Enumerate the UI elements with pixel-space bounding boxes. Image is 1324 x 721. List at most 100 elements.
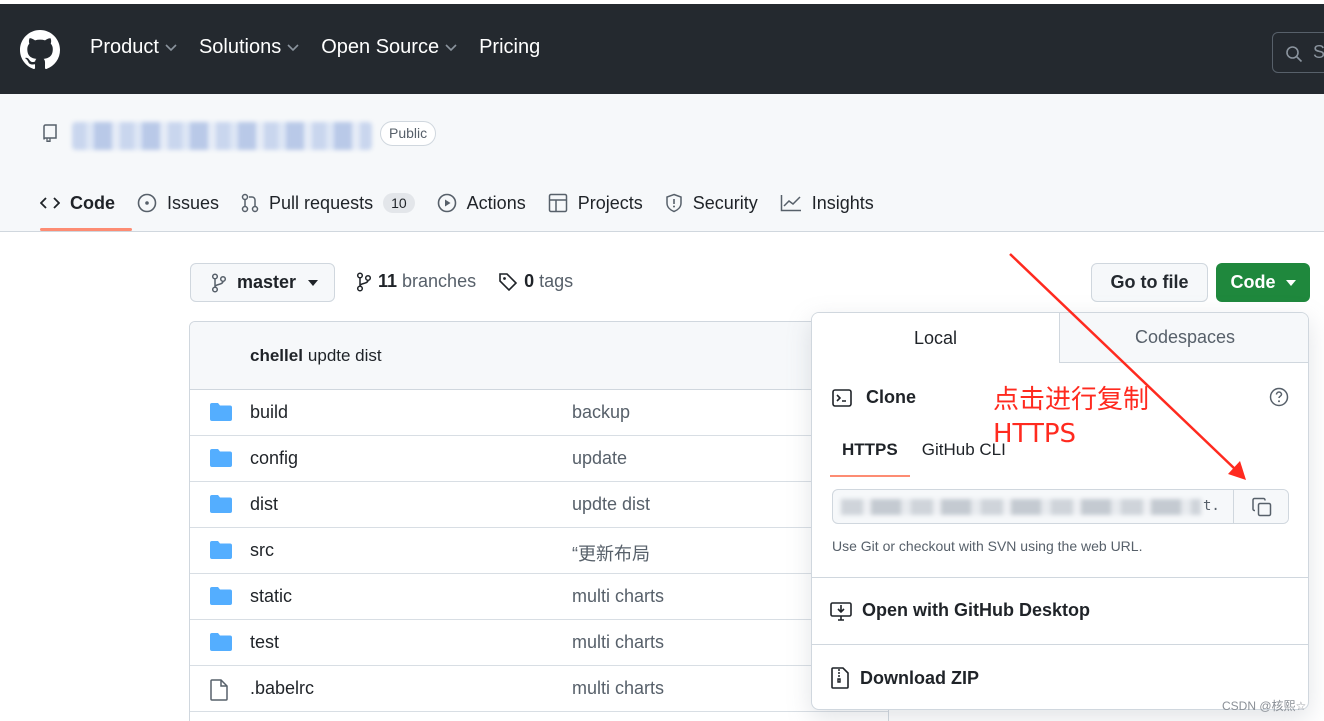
file-commit-message[interactable]: multi charts <box>572 678 664 699</box>
tab-insights-label: Insights <box>811 192 874 213</box>
tab-security[interactable]: Security <box>665 186 758 220</box>
tags-link[interactable]: tags <box>539 271 573 292</box>
file-commit-message[interactable]: multi charts <box>572 586 664 607</box>
go-to-file-button[interactable]: Go to file <box>1091 263 1208 302</box>
desktop-download-icon <box>830 601 852 621</box>
file-commit-message[interactable]: updte dist <box>572 494 650 515</box>
tab-projects-label: Projects <box>577 192 643 213</box>
table-row[interactable]: .babelrc multi charts <box>190 666 888 712</box>
clone-heading: Clone <box>832 387 916 408</box>
chevron-down-icon <box>445 43 457 51</box>
visibility-badge: Public <box>380 121 437 146</box>
folder-icon <box>210 449 232 467</box>
caret-down-icon <box>308 279 319 286</box>
tab-local[interactable]: Local <box>812 313 1060 363</box>
branches-tags-summary: 11 branches 0 tags <box>356 271 573 292</box>
file-zip-icon <box>831 667 849 689</box>
search-input[interactable]: S <box>1272 32 1324 73</box>
tab-security-label: Security <box>692 192 758 213</box>
tab-pull-requests-label: Pull requests <box>269 192 374 213</box>
open-desktop-button[interactable]: Open with GitHub Desktop <box>830 600 1090 621</box>
code-icon <box>40 197 60 209</box>
caret-down-icon <box>1285 279 1296 286</box>
tab-projects[interactable]: Projects <box>548 186 643 220</box>
nav-pricing[interactable]: Pricing <box>479 36 540 59</box>
table-row[interactable]: src “更新布局 <box>190 528 888 574</box>
table-row[interactable]: static multi charts <box>190 574 888 620</box>
tags-count[interactable]: 0 <box>524 271 534 292</box>
search-icon <box>1286 46 1303 63</box>
search-placeholder: S <box>1313 42 1324 62</box>
file-commit-message[interactable]: update <box>572 448 627 469</box>
terminal-icon <box>832 388 852 407</box>
commit-message[interactable]: updte dist <box>308 346 382 366</box>
active-tab-indicator <box>40 228 132 231</box>
table-row[interactable]: config update <box>190 436 888 482</box>
table-row[interactable]: test multi charts <box>190 620 888 666</box>
global-header: Product Solutions Open Source Pricing S <box>0 4 1324 94</box>
shield-icon <box>665 193 682 213</box>
branches-link[interactable]: branches <box>402 271 476 292</box>
code-dropdown-button[interactable]: Code <box>1216 263 1310 302</box>
file-name[interactable]: .babelrc <box>250 678 314 699</box>
copy-url-button[interactable] <box>1233 490 1288 523</box>
nav-open-source[interactable]: Open Source <box>321 36 457 59</box>
tab-codespaces[interactable]: Codespaces <box>1060 313 1308 363</box>
copy-icon <box>1252 497 1272 516</box>
popover-tabs: Local Codespaces <box>812 313 1308 363</box>
graph-icon <box>780 195 801 212</box>
file-commit-message[interactable]: multi charts <box>572 632 664 653</box>
repo-name-redacted[interactable] <box>72 122 372 150</box>
file-commit-message[interactable]: “更新布局 <box>572 540 650 566</box>
tag-icon <box>499 272 518 291</box>
pull-requests-count: 10 <box>383 193 415 213</box>
file-name[interactable]: config <box>250 448 298 469</box>
global-nav: Product Solutions Open Source Pricing <box>90 36 562 59</box>
nav-product[interactable]: Product <box>90 36 177 59</box>
nav-pricing-label: Pricing <box>479 36 541 58</box>
tab-pull-requests[interactable]: Pull requests 10 <box>241 186 415 220</box>
branches-count[interactable]: 11 <box>378 271 397 292</box>
branch-select-button[interactable]: master <box>190 263 335 302</box>
clone-url-field[interactable]: t. <box>832 489 1289 524</box>
code-button-label: Code <box>1230 272 1276 292</box>
github-logo-icon[interactable] <box>20 30 60 70</box>
folder-icon <box>210 403 232 421</box>
chevron-down-icon <box>287 43 299 51</box>
download-zip-label: Download ZIP <box>860 667 979 688</box>
tab-https[interactable]: HTTPS <box>830 439 910 477</box>
file-name[interactable]: dist <box>250 494 278 515</box>
tab-issues[interactable]: Issues <box>137 186 219 220</box>
file-name[interactable]: test <box>250 632 279 653</box>
file-name[interactable]: build <box>250 402 288 423</box>
file-table: chellel updte dist build backup config u… <box>189 321 889 721</box>
nav-open-source-label: Open Source <box>321 36 440 58</box>
clone-url-redacted <box>841 499 1201 515</box>
tab-code-label: Code <box>70 192 115 213</box>
protocol-tabs: HTTPS GitHub CLI <box>830 439 1018 477</box>
tab-actions[interactable]: Actions <box>437 186 526 220</box>
git-branch-icon <box>211 272 227 293</box>
clone-url-tail: t. <box>1203 498 1220 514</box>
tab-code[interactable]: Code <box>40 186 115 220</box>
tab-actions-label: Actions <box>466 192 526 213</box>
nav-solutions[interactable]: Solutions <box>199 36 299 59</box>
clone-url-hint: Use Git or checkout with SVN using the w… <box>832 538 1143 554</box>
clone-popover: Local Codespaces Clone HTTPS GitHub CLI … <box>811 312 1309 710</box>
table-row[interactable]: build backup <box>190 390 888 436</box>
issue-icon <box>137 193 157 213</box>
repo-icon <box>43 124 57 142</box>
file-name[interactable]: src <box>250 540 274 561</box>
tab-insights[interactable]: Insights <box>780 186 874 220</box>
folder-icon <box>210 495 232 513</box>
commit-author[interactable]: chellel <box>250 346 303 366</box>
question-icon[interactable] <box>1269 387 1289 407</box>
folder-icon <box>210 633 232 651</box>
download-zip-button[interactable]: Download ZIP <box>830 667 979 689</box>
file-commit-message[interactable]: backup <box>572 402 630 423</box>
table-row[interactable]: dist updte dist <box>190 482 888 528</box>
annotation-line-1: 点击进行复制 <box>993 385 1150 415</box>
file-name[interactable]: static <box>250 586 292 607</box>
annotation-text: 点击进行复制 HTTPS <box>993 383 1149 451</box>
folder-icon <box>210 541 232 559</box>
